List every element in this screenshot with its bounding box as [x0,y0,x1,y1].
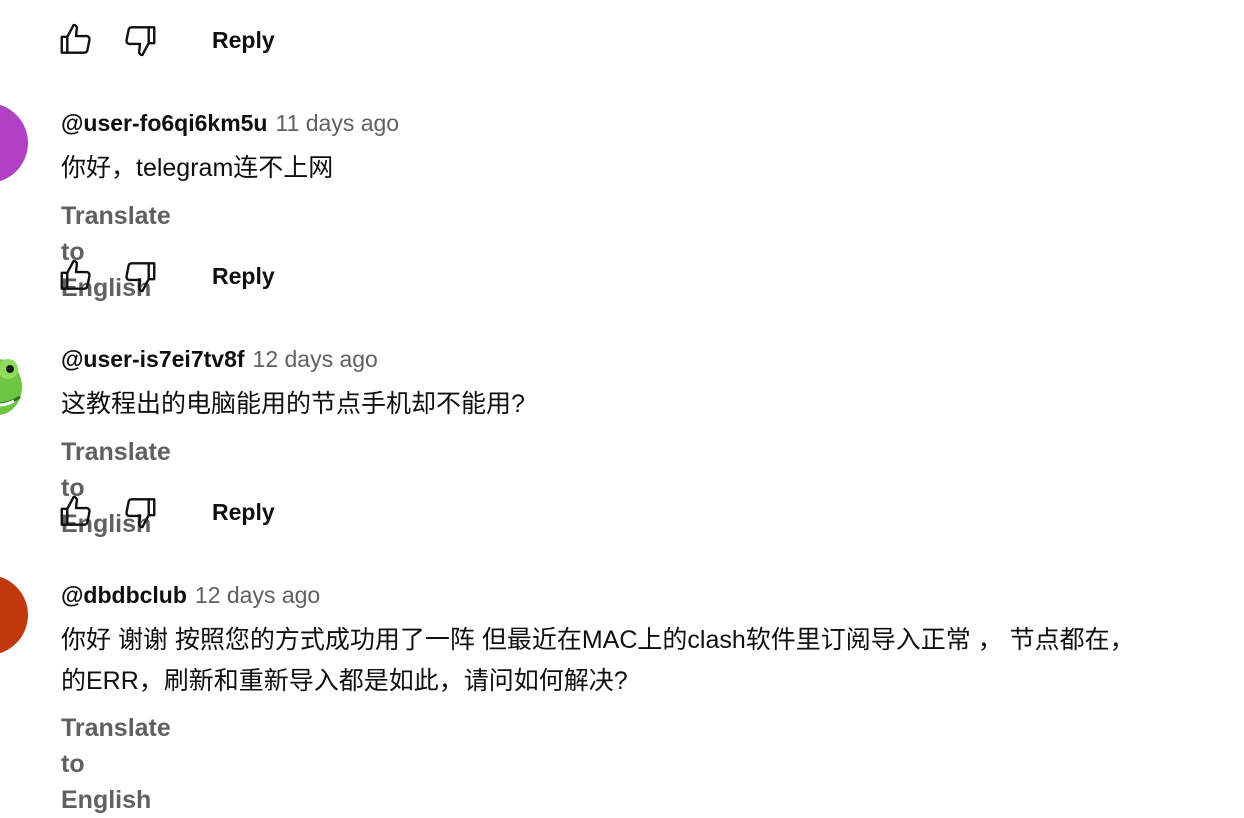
comment-text: 你好，telegram连不上网 [61,154,334,182]
avatar[interactable] [0,339,28,419]
comment-text-line-1: 你好 谢谢 按照您的方式成功用了一阵 但最近在MAC上的clash软件里订阅导入… [61,626,1135,654]
avatar[interactable] [0,103,28,183]
avatar[interactable] [0,575,28,655]
thumbs-down-icon [125,498,156,529]
comment-text: 这教程出的电脑能用的节点手机却不能用? [61,390,525,418]
comment-time[interactable]: 12 days ago [195,582,320,608]
thumbs-up-icon [60,259,91,290]
thumbs-up-icon [60,495,91,526]
like-button[interactable] [56,492,96,532]
reply-button[interactable]: Reply [212,20,275,60]
author-name[interactable]: @dbdbclub [61,582,187,608]
comment-time[interactable]: 12 days ago [253,346,378,372]
comment-header: @user-is7ei7tv8f 12 days ago [61,342,378,376]
dislike-button[interactable] [120,256,160,296]
author-name[interactable]: @user-fo6qi6km5u [61,110,267,136]
dislike-button[interactable] [120,492,160,532]
comment-text-line-2: 的ERR，刷新和重新导入都是如此，请问如何解决? [61,667,628,695]
reply-button[interactable]: Reply [212,256,275,296]
comment-header: @dbdbclub 12 days ago [61,578,320,612]
thumbs-down-icon [125,26,156,57]
frog-avatar-image [0,359,22,415]
like-button[interactable] [56,256,96,296]
thumbs-down-icon [125,262,156,293]
author-name[interactable]: @user-is7ei7tv8f [61,346,245,372]
comment-header: @user-fo6qi6km5u 11 days ago [61,106,399,140]
reply-button[interactable]: Reply [212,492,275,532]
thumbs-up-icon [60,23,91,54]
dislike-button[interactable] [120,20,160,60]
comment-time[interactable]: 11 days ago [275,110,399,136]
like-button[interactable] [56,20,96,60]
translate-link[interactable]: Translate to English [61,710,171,818]
